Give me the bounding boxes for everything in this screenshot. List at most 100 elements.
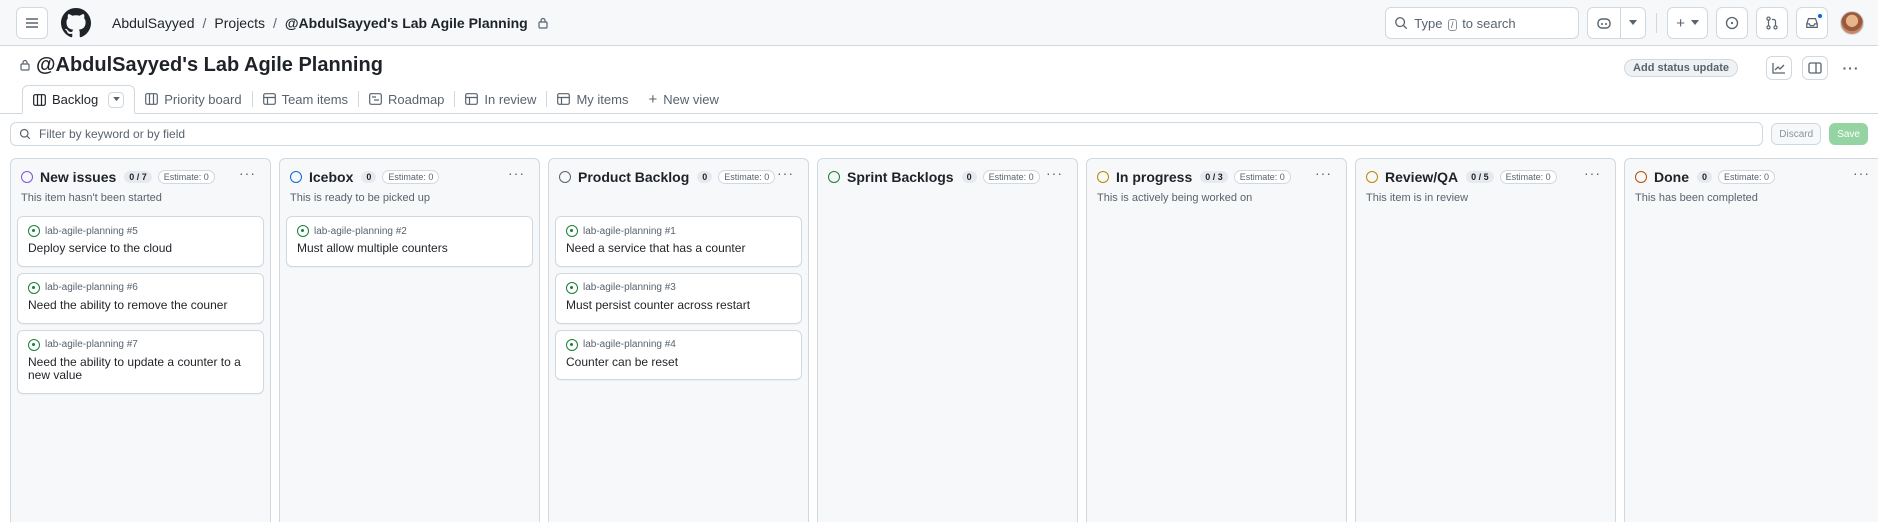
save-button[interactable]: Save <box>1829 123 1868 145</box>
status-circle-icon <box>21 171 33 183</box>
issue-opened-icon <box>28 281 40 294</box>
column-description: This has been completed <box>1635 192 1758 204</box>
column-estimate-badge: Estimate: 0 <box>1499 170 1557 184</box>
create-new-button[interactable]: + <box>1667 7 1708 39</box>
inbox-button[interactable] <box>1796 7 1828 39</box>
plus-icon: + <box>1676 14 1685 32</box>
card-title[interactable]: Counter can be reset <box>566 355 791 370</box>
more-options-button[interactable]: ··· <box>1838 56 1864 80</box>
breadcrumb-project[interactable]: @AbdulSayyed's Lab Agile Planning <box>277 15 536 31</box>
insights-button[interactable] <box>1766 56 1792 80</box>
search-input[interactable]: Type / to search <box>1385 7 1580 39</box>
issue-card[interactable]: lab-agile-planning #4 Counter can be res… <box>555 329 802 381</box>
table-icon <box>465 93 479 105</box>
card-title[interactable]: Need the ability to remove the couner <box>28 298 253 313</box>
add-status-update-button[interactable]: Add status update <box>1624 59 1738 77</box>
breadcrumb-projects[interactable]: Projects <box>206 15 273 31</box>
tab-my-items[interactable]: My items <box>547 85 638 113</box>
issue-card[interactable]: lab-agile-planning #1 Need a service tha… <box>555 216 802 267</box>
card-ref-label[interactable]: lab-agile-planning #5 <box>45 226 138 237</box>
tab-label: Team items <box>281 91 349 107</box>
issue-opened-icon <box>297 225 309 237</box>
search-icon <box>1395 17 1408 30</box>
board-icon <box>145 93 159 105</box>
column-count-badge: 0 / 7 <box>124 171 152 183</box>
plus-icon: + <box>648 90 658 108</box>
column-estimate-badge: Estimate: 0 <box>982 170 1040 184</box>
column-count-badge: 0 / 5 <box>1466 171 1494 183</box>
tab-team-items[interactable]: Team items <box>253 85 358 113</box>
issues-button[interactable] <box>1716 7 1748 39</box>
issue-card[interactable]: lab-agile-planning #2 Must allow multipl… <box>286 216 533 267</box>
chevron-down-icon[interactable] <box>1620 8 1645 38</box>
column-header: Product Backlog 0 Estimate: 0 <box>555 167 802 187</box>
card-reference: lab-agile-planning #4 <box>566 338 791 351</box>
card-ref-label[interactable]: lab-agile-planning #4 <box>583 339 676 350</box>
column-description: This is ready to be picked up <box>290 192 431 204</box>
filter-input[interactable]: Filter by keyword or by field <box>10 122 1764 146</box>
column-title: Review/QA <box>1385 169 1459 185</box>
column-count-badge: 0 <box>361 171 377 183</box>
column-description: This is actively being worked on <box>1097 192 1253 204</box>
tab-label: In review <box>484 91 537 107</box>
side-panel-button[interactable] <box>1802 56 1828 80</box>
tab-in-review[interactable]: In review <box>455 85 546 113</box>
card-ref-label[interactable]: lab-agile-planning #3 <box>583 282 676 293</box>
tab-roadmap[interactable]: Roadmap <box>359 85 454 113</box>
card-title[interactable]: Must persist counter across restart <box>566 298 791 313</box>
pull-requests-button[interactable] <box>1756 7 1788 39</box>
pull-request-icon <box>1766 16 1778 30</box>
github-logo-icon[interactable] <box>60 7 92 39</box>
column-title: Sprint Backlogs <box>847 169 954 185</box>
copilot-icon[interactable] <box>1588 8 1620 38</box>
view-options-button[interactable] <box>108 91 125 108</box>
column-menu-button[interactable]: ··· <box>1584 165 1601 181</box>
column-menu-button[interactable]: ··· <box>1046 165 1063 181</box>
board-column: New issues 0 / 7 Estimate: 0 ··· This it… <box>10 158 271 522</box>
column-estimate-badge: Estimate: 0 <box>157 170 215 184</box>
hamburger-menu-button[interactable] <box>16 6 48 39</box>
new-view-button[interactable]: + New view <box>638 85 728 113</box>
card-ref-label[interactable]: lab-agile-planning #1 <box>583 226 676 237</box>
card-ref-label[interactable]: lab-agile-planning #7 <box>45 339 138 350</box>
column-title: In progress <box>1116 169 1193 185</box>
lock-icon <box>538 17 548 29</box>
column-menu-button[interactable]: ··· <box>1853 165 1870 181</box>
column-estimate-badge: Estimate: 0 <box>1233 170 1291 184</box>
tab-backlog[interactable]: Backlog <box>22 85 136 114</box>
breadcrumb-owner[interactable]: AbdulSayyed <box>104 15 203 31</box>
column-description <box>559 192 802 206</box>
breadcrumb: AbdulSayyed / Projects / @AbdulSayyed's … <box>104 15 548 31</box>
card-title[interactable]: Need the ability to update a counter to … <box>28 355 253 384</box>
kebab-horizontal-icon: ··· <box>1842 60 1860 76</box>
table-icon <box>262 93 276 105</box>
column-menu-button[interactable]: ··· <box>508 165 525 181</box>
board-column: Sprint Backlogs 0 Estimate: 0 ··· <box>817 158 1078 522</box>
avatar[interactable] <box>1840 11 1864 35</box>
tab-label: My items <box>576 91 629 107</box>
column-menu-button[interactable]: ··· <box>239 165 256 181</box>
view-tabs: Backlog Priority board Team items Roadma… <box>0 84 1878 114</box>
column-menu-button[interactable]: ··· <box>1315 165 1332 181</box>
card-reference: lab-agile-planning #3 <box>566 281 791 294</box>
board-column: In progress 0 / 3 Estimate: 0 ··· This i… <box>1086 158 1347 522</box>
column-estimate-badge: Estimate: 0 <box>718 170 776 184</box>
issue-card[interactable]: lab-agile-planning #5 Deploy service to … <box>17 216 264 267</box>
board-column: Done 0 Estimate: 0 ··· This has been com… <box>1624 158 1878 522</box>
issue-card[interactable]: lab-agile-planning #3 Must persist count… <box>555 272 802 324</box>
copilot-button[interactable] <box>1587 7 1647 39</box>
column-header: Icebox 0 Estimate: 0 <box>286 167 533 187</box>
card-ref-label[interactable]: lab-agile-planning #2 <box>314 226 407 237</box>
column-menu-button[interactable]: ··· <box>777 165 794 181</box>
issue-card[interactable]: lab-agile-planning #7 Need the ability t… <box>17 329 264 395</box>
discard-button[interactable]: Discard <box>1771 123 1822 145</box>
card-ref-label[interactable]: lab-agile-planning #6 <box>45 282 138 293</box>
issue-card[interactable]: lab-agile-planning #6 Need the ability t… <box>17 272 264 324</box>
card-title[interactable]: Deploy service to the cloud <box>28 241 253 256</box>
card-title[interactable]: Must allow multiple counters <box>297 241 522 256</box>
tab-priority-board[interactable]: Priority board <box>135 85 251 113</box>
card-title[interactable]: Need a service that has a counter <box>566 241 791 256</box>
tab-label: New view <box>663 91 719 107</box>
search-placeholder-suffix: to search <box>1462 15 1516 31</box>
column-estimate-badge: Estimate: 0 <box>382 170 440 184</box>
